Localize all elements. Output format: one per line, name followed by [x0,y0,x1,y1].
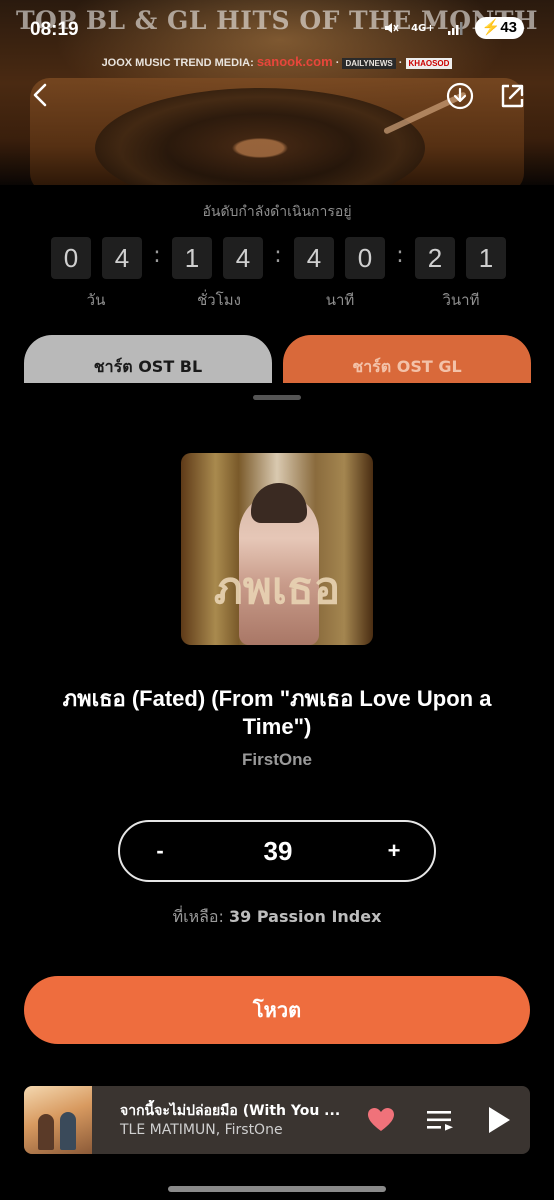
mute-icon [385,23,399,33]
vote-bottom-sheet: ภพเธอ ภพเธอ (Fated) (From "ภพเธอ Love Up… [0,383,554,1200]
remaining-label: ที่เหลือ: [172,907,224,926]
countdown-separator: : [274,243,282,268]
countdown-hours-digit: 1 [172,237,212,279]
network-label: 4G+ [411,22,435,34]
mini-player-cover [24,1086,92,1154]
decrement-button[interactable]: - [130,822,190,880]
sheet-drag-handle[interactable] [253,395,301,400]
status-icons: 4G+ ⚡43 [383,17,524,39]
home-indicator[interactable] [168,1186,386,1192]
chevron-left-icon[interactable] [26,80,56,110]
countdown-days-digit: 4 [102,237,142,279]
song-artist: FirstOne [242,750,312,769]
play-icon[interactable] [486,1105,512,1135]
download-icon[interactable] [444,80,476,112]
share-icon[interactable] [496,80,528,112]
song-cover-image: ภพเธอ [181,453,373,645]
ranking-status-label: อันดับกำลังดำเนินการอยู่ [202,204,352,220]
remaining-value: 39 Passion Index [229,907,382,926]
vote-quantity-stepper: - 39 + [118,820,436,882]
cover-logo-text: ภพเธอ [213,563,341,614]
heart-icon[interactable] [366,1105,396,1135]
mini-player[interactable]: จากนี้จะไม่ปล่อยมือ (With You ... TLE MA… [24,1086,530,1154]
countdown-minutes-digit: 4 [294,237,334,279]
queue-icon[interactable] [426,1106,454,1134]
countdown-days-digit: 0 [51,237,91,279]
signal-icon [447,22,463,35]
countdown-hours-digit: 4 [223,237,263,279]
status-bar: 08:19 4G+ ⚡43 [0,0,554,60]
battery-indicator: ⚡43 [474,17,524,39]
mini-cover-figure [60,1112,76,1150]
countdown-days-label: วัน [86,291,106,309]
countdown-seconds-label: วินาที [442,291,480,309]
increment-button[interactable]: + [364,822,424,880]
countdown-separator: : [153,243,161,268]
mini-player-title: จากนี้จะไม่ปล่อยมือ (With You ... [120,1103,341,1119]
countdown-minutes-digit: 0 [345,237,385,279]
countdown-timer: 0 4 : 1 4 : 4 0 : 2 1 [0,237,554,281]
battery-icon: ⚡ [481,19,501,36]
countdown-hours-label: ชั่วโมง [197,291,241,309]
remaining-passion-index: ที่เหลือ: 39 Passion Index [0,905,554,930]
mini-cover-figure [38,1114,54,1150]
vote-quantity-value[interactable]: 39 [200,822,356,880]
countdown-separator: : [396,243,404,268]
cover-artist-hair [251,483,307,523]
song-title: ภพเธอ (Fated) (From "ภพเธอ Love Upon a T… [62,686,492,739]
battery-level: 43 [500,19,517,36]
vote-button[interactable]: โหวต [24,976,530,1044]
countdown-seconds-digit: 1 [466,237,506,279]
countdown-minutes-label: นาที [325,291,355,309]
countdown-seconds-digit: 2 [415,237,455,279]
status-time: 08:19 [30,19,79,40]
mini-player-artist: TLE MATIMUN, FirstOne [120,1122,283,1138]
